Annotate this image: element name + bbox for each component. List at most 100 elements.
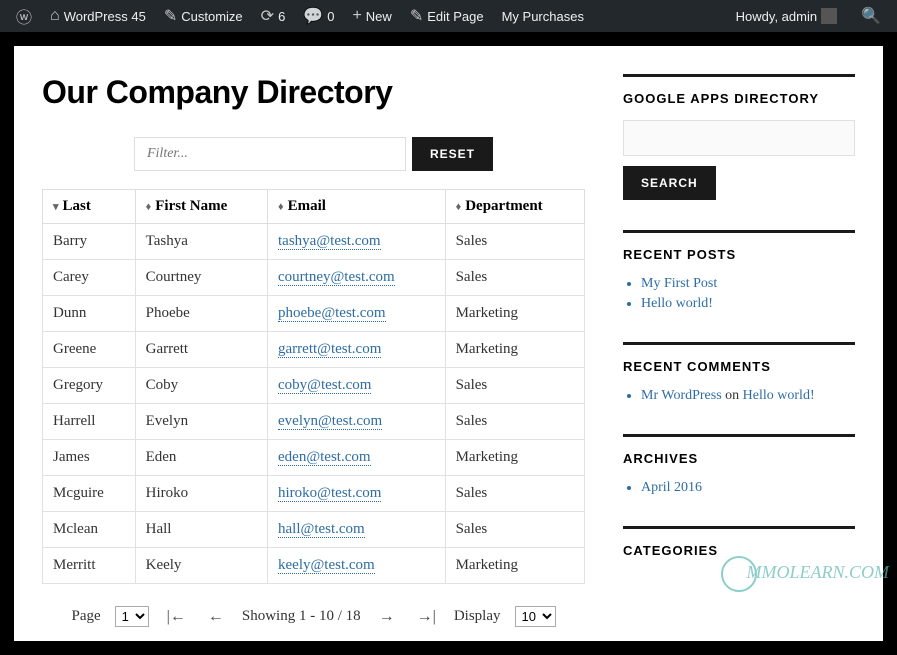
cell-first: Coby bbox=[135, 368, 267, 404]
customize-link[interactable]: ✎ Customize bbox=[156, 0, 251, 32]
list-item: My First Post bbox=[641, 276, 855, 292]
sort-desc-icon: ▾ bbox=[53, 201, 59, 213]
widget-archives: ARCHIVES April 2016 bbox=[623, 434, 855, 496]
comment-author-link[interactable]: Mr WordPress bbox=[641, 388, 722, 403]
last-page-icon[interactable]: →| bbox=[413, 608, 440, 626]
table-row: CareyCourtneycourtney@test.comSales bbox=[43, 260, 585, 296]
search-input[interactable] bbox=[623, 120, 855, 156]
cell-dept: Marketing bbox=[445, 440, 584, 476]
archive-link[interactable]: April 2016 bbox=[641, 480, 702, 495]
cell-email: courtney@test.com bbox=[268, 260, 446, 296]
email-link[interactable]: courtney@test.com bbox=[278, 269, 395, 286]
list-item: Mr WordPress on Hello world! bbox=[641, 388, 855, 404]
filter-input[interactable] bbox=[134, 137, 406, 171]
list-item: April 2016 bbox=[641, 480, 855, 496]
main-content: Our Company Directory RESET ▾Last ♦First… bbox=[42, 74, 585, 627]
email-link[interactable]: evelyn@test.com bbox=[278, 413, 382, 430]
cell-last: Barry bbox=[43, 224, 136, 260]
customize-label: Customize bbox=[181, 9, 242, 24]
comments-count: 0 bbox=[327, 9, 334, 24]
wordpress-icon: ⓦ bbox=[16, 4, 32, 28]
table-row: McguireHirokohiroko@test.comSales bbox=[43, 476, 585, 512]
col-email[interactable]: ♦Email bbox=[268, 190, 446, 224]
edit-label: Edit Page bbox=[427, 9, 483, 24]
cell-last: Dunn bbox=[43, 296, 136, 332]
site-name-menu[interactable]: ⌂ WordPress 45 bbox=[42, 0, 154, 32]
display-select[interactable]: 10 bbox=[515, 606, 556, 627]
col-last[interactable]: ▾Last bbox=[43, 190, 136, 224]
cell-dept: Marketing bbox=[445, 548, 584, 584]
cell-last: Greene bbox=[43, 332, 136, 368]
reset-button[interactable]: RESET bbox=[412, 137, 493, 171]
cell-first: Evelyn bbox=[135, 404, 267, 440]
wp-logo-menu[interactable]: ⓦ bbox=[8, 0, 40, 32]
widget-title: RECENT POSTS bbox=[623, 247, 855, 262]
divider bbox=[623, 230, 855, 233]
widget-categories: CATEGORIES bbox=[623, 526, 855, 558]
updates-link[interactable]: ⟳6 bbox=[253, 0, 294, 32]
page-select[interactable]: 1 bbox=[115, 606, 149, 627]
email-link[interactable]: eden@test.com bbox=[278, 449, 371, 466]
display-label: Display bbox=[454, 608, 501, 625]
sort-icon: ♦ bbox=[278, 201, 284, 213]
search-icon: 🔍 bbox=[861, 6, 881, 26]
widget-title: RECENT COMMENTS bbox=[623, 359, 855, 374]
widget-recent-comments: RECENT COMMENTS Mr WordPress on Hello wo… bbox=[623, 342, 855, 404]
table-row: MerrittKeelykeely@test.comMarketing bbox=[43, 548, 585, 584]
brush-icon: ✎ bbox=[164, 6, 177, 26]
comment-post-link[interactable]: Hello world! bbox=[743, 388, 815, 403]
cell-last: Mcguire bbox=[43, 476, 136, 512]
comments-link[interactable]: 💬0 bbox=[295, 0, 342, 32]
admin-search[interactable]: 🔍 bbox=[853, 0, 889, 32]
widget-title: ARCHIVES bbox=[623, 451, 855, 466]
email-link[interactable]: hall@test.com bbox=[278, 521, 365, 538]
widget-recent-posts: RECENT POSTS My First Post Hello world! bbox=[623, 230, 855, 312]
pager: Page 1 |← ← Showing 1 - 10 / 18 → →| Dis… bbox=[42, 606, 585, 627]
post-link[interactable]: My First Post bbox=[641, 276, 717, 291]
cell-email: hiroko@test.com bbox=[268, 476, 446, 512]
edit-page-link[interactable]: ✎Edit Page bbox=[402, 0, 492, 32]
email-link[interactable]: phoebe@test.com bbox=[278, 305, 386, 322]
cell-dept: Marketing bbox=[445, 296, 584, 332]
my-purchases-link[interactable]: My Purchases bbox=[494, 0, 592, 32]
cell-last: Gregory bbox=[43, 368, 136, 404]
cell-last: James bbox=[43, 440, 136, 476]
first-page-icon[interactable]: |← bbox=[163, 608, 190, 626]
list-item: Hello world! bbox=[641, 296, 855, 312]
new-content-menu[interactable]: +New bbox=[344, 0, 399, 32]
email-link[interactable]: tashya@test.com bbox=[278, 233, 381, 250]
sidebar: GOOGLE APPS DIRECTORY SEARCH RECENT POST… bbox=[623, 74, 855, 627]
next-page-icon[interactable]: → bbox=[375, 608, 399, 626]
updates-count: 6 bbox=[278, 9, 285, 24]
col-first[interactable]: ♦First Name bbox=[135, 190, 267, 224]
divider bbox=[623, 526, 855, 529]
site-name-label: WordPress 45 bbox=[64, 9, 146, 24]
new-label: New bbox=[366, 9, 392, 24]
table-row: GregoryCobycoby@test.comSales bbox=[43, 368, 585, 404]
table-row: GreeneGarrettgarrett@test.comMarketing bbox=[43, 332, 585, 368]
col-dept[interactable]: ♦Department bbox=[445, 190, 584, 224]
table-row: BarryTashyatashya@test.comSales bbox=[43, 224, 585, 260]
sort-icon: ♦ bbox=[456, 201, 462, 213]
cell-dept: Marketing bbox=[445, 332, 584, 368]
email-link[interactable]: keely@test.com bbox=[278, 557, 375, 574]
comment-icon: 💬 bbox=[303, 6, 323, 26]
page-title: Our Company Directory bbox=[42, 74, 585, 111]
email-link[interactable]: coby@test.com bbox=[278, 377, 371, 394]
cell-dept: Sales bbox=[445, 476, 584, 512]
email-link[interactable]: hiroko@test.com bbox=[278, 485, 381, 502]
directory-table: ▾Last ♦First Name ♦Email ♦Department Bar… bbox=[42, 189, 585, 584]
divider bbox=[623, 74, 855, 77]
post-link[interactable]: Hello world! bbox=[641, 296, 713, 311]
page-label: Page bbox=[71, 608, 100, 625]
cell-email: phoebe@test.com bbox=[268, 296, 446, 332]
table-row: JamesEden eden@test.com Marketing bbox=[43, 440, 585, 476]
cell-first: Eden bbox=[135, 440, 267, 476]
email-link[interactable]: garrett@test.com bbox=[278, 341, 381, 358]
home-icon: ⌂ bbox=[50, 7, 60, 25]
cell-email: coby@test.com bbox=[268, 368, 446, 404]
account-menu[interactable]: Howdy, admin bbox=[728, 0, 845, 32]
search-button[interactable]: SEARCH bbox=[623, 166, 716, 200]
refresh-icon: ⟳ bbox=[261, 6, 274, 26]
prev-page-icon[interactable]: ← bbox=[204, 608, 228, 626]
